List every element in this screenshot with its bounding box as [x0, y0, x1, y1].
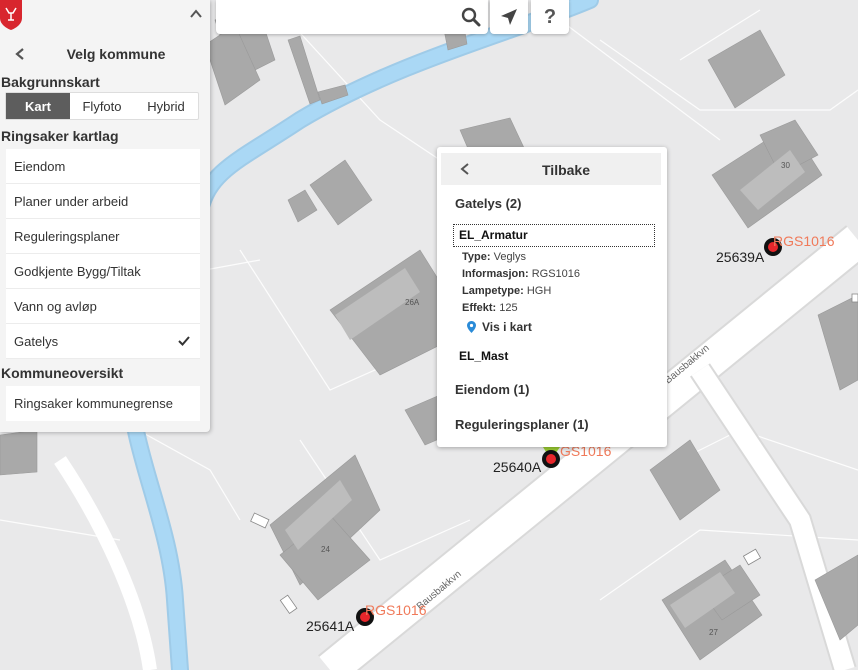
layer-label: Planer under arbeid — [14, 193, 129, 209]
layer-item-vann-og-avlop[interactable]: Vann og avløp — [6, 289, 200, 324]
municipality-title: Velg kommune — [66, 46, 166, 62]
layer-panel: Velg kommune Bakgrunnskart Kart Flyfoto … — [0, 0, 210, 432]
layer-label: Eiendom — [14, 158, 66, 174]
municipality-logo-icon — [0, 0, 22, 30]
attribute-value: RGS1016 — [531, 268, 580, 280]
light-code-label: RGS1016 — [773, 233, 835, 249]
attribute-value: HGH — [526, 285, 552, 297]
background-option-flyfoto[interactable]: Flyfoto — [70, 93, 134, 119]
background-option-hybrid[interactable]: Hybrid — [134, 93, 198, 119]
light-id-label: 25639A — [716, 249, 765, 265]
help-button[interactable]: ? — [531, 0, 569, 34]
layers-heading: Ringsaker kartlag — [1, 128, 119, 144]
group-eiendom[interactable]: Eiendom (1) — [455, 382, 529, 397]
show-in-map-label: Vis i kart — [482, 320, 532, 334]
overview-label: Ringsaker kommunegrense — [14, 396, 173, 411]
attribute-effekt: Effekt: 125 — [462, 302, 518, 314]
layer-label: Vann og avløp — [14, 298, 97, 314]
overview-heading: Kommuneoversikt — [1, 365, 124, 381]
feature-el-armatur[interactable]: EL_Armatur — [453, 224, 655, 247]
attribute-key: Lampetype: — [462, 285, 524, 297]
group-gatelys[interactable]: Gatelys (2) — [455, 196, 521, 211]
layer-item-gatelys[interactable]: Gatelys — [6, 324, 200, 359]
background-option-kart[interactable]: Kart — [6, 93, 70, 119]
light-id-label: 25640A — [493, 459, 542, 475]
layer-label: Reguleringsplaner — [14, 228, 120, 244]
attribute-key: Type: — [462, 251, 491, 263]
search-icon — [461, 7, 481, 27]
question-mark-icon: ? — [543, 5, 557, 28]
attribute-type: Type: Veglys — [462, 251, 526, 263]
layer-item-eiendom[interactable]: Eiendom — [6, 149, 200, 184]
search-bar — [216, 0, 488, 34]
popup-header[interactable]: Tilbake — [441, 153, 661, 185]
layer-item-reguleringsplaner[interactable]: Reguleringsplaner — [6, 219, 200, 254]
group-reguleringsplaner[interactable]: Reguleringsplaner (1) — [455, 417, 589, 432]
house-number-30: 30 — [781, 161, 790, 170]
layer-label: Gatelys — [14, 333, 59, 349]
attribute-informasjon: Informasjon: RGS1016 — [462, 268, 580, 280]
house-number-26a: 26A — [405, 298, 420, 307]
background-map-toggle: Kart Flyfoto Hybrid — [5, 92, 199, 120]
layer-label: Godkjente Bygg/Tiltak — [14, 263, 141, 279]
background-map-heading: Bakgrunnskart — [1, 74, 100, 90]
locate-button[interactable] — [490, 0, 528, 34]
checkmark-icon — [178, 336, 190, 346]
attribute-value: 125 — [499, 302, 518, 314]
show-in-map-link[interactable]: Vis i kart — [467, 320, 532, 334]
feature-info-popup: Tilbake Gatelys (2) EL_Armatur Type: Veg… — [437, 147, 667, 447]
layer-item-planer-under-arbeid[interactable]: Planer under arbeid — [6, 184, 200, 219]
overview-item-kommunegrense[interactable]: Ringsaker kommunegrense — [6, 386, 200, 421]
feature-el-mast[interactable]: EL_Mast — [459, 349, 508, 363]
attribute-lampetype: Lampetype: HGH — [462, 285, 551, 297]
light-code-label: RGS1016 — [365, 602, 427, 618]
light-id-label: 25641A — [306, 618, 355, 634]
location-arrow-icon — [501, 9, 517, 25]
popup-back-label: Tilbake — [542, 162, 590, 178]
street-light-marker[interactable] — [542, 450, 560, 468]
search-button[interactable] — [458, 4, 484, 30]
layer-item-godkjente-bygg[interactable]: Godkjente Bygg/Tiltak — [6, 254, 200, 289]
layer-list: Eiendom Planer under arbeid Reguleringsp… — [6, 149, 200, 359]
search-input[interactable] — [216, 0, 446, 32]
map-pin-icon — [467, 321, 476, 333]
attribute-value: Veglys — [493, 251, 527, 263]
house-number-24: 24 — [321, 545, 330, 554]
collapse-panel-button[interactable] — [188, 6, 204, 22]
house-number-27: 27 — [709, 628, 718, 637]
attribute-key: Informasjon: — [462, 268, 529, 280]
municipality-selector[interactable]: Velg kommune — [0, 40, 210, 68]
attribute-key: Effekt: — [462, 302, 497, 314]
